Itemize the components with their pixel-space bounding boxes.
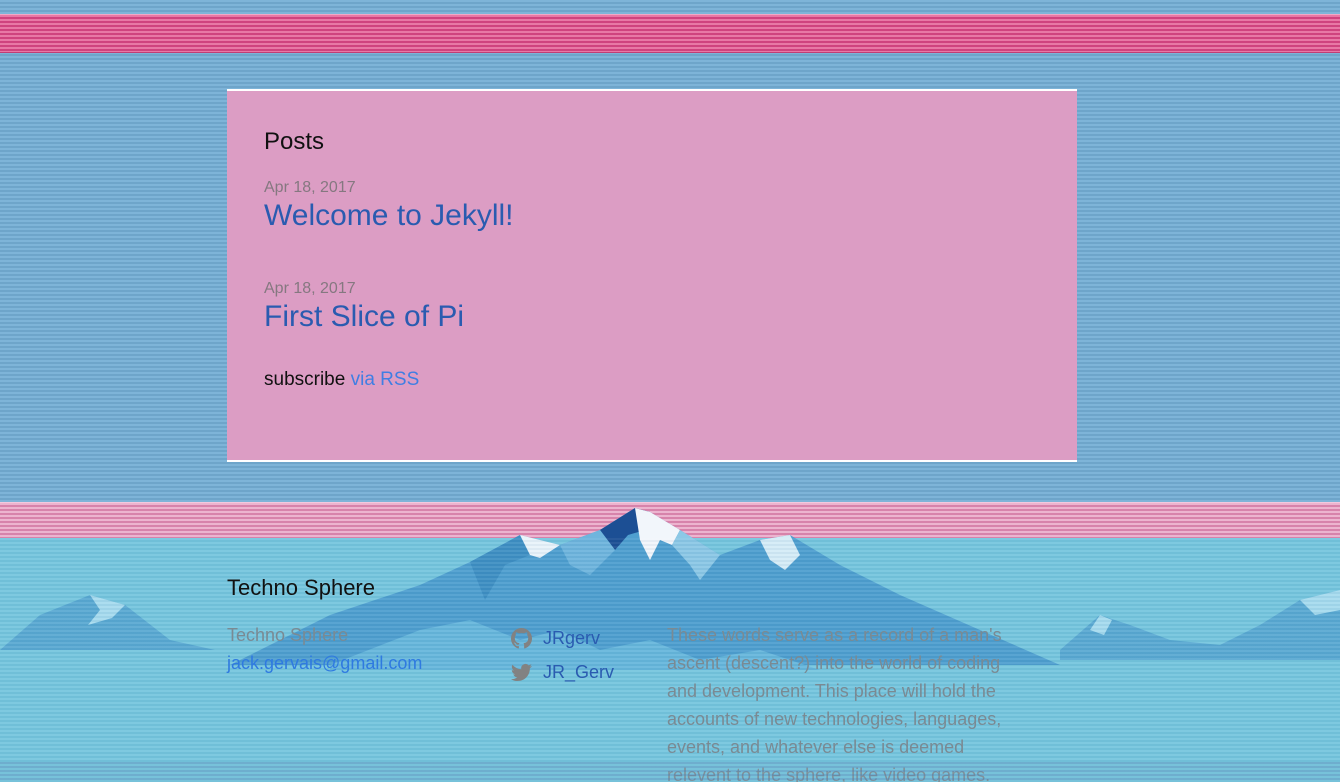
email-link[interactable]: jack.gervais@gmail.com [227,649,422,677]
posts-card: Posts Apr 18, 2017 Welcome to Jekyll! Ap… [227,89,1077,462]
footer-heading: Techno Sphere [227,575,375,600]
posts-heading: Posts [264,128,325,155]
footer-social: JRgerv JR_Gerv [511,621,614,689]
site-description: These words serve as a record of a man's… [667,625,1002,782]
twitter-icon [511,663,532,681]
post-date: Apr 18, 2017 [264,179,356,196]
github-username: JRgerv [543,628,601,648]
subscribe-line: subscribe via RSS [264,367,1040,393]
post-date: Apr 18, 2017 [264,280,356,297]
github-icon [511,627,532,648]
header-stripe-band [0,14,1340,53]
footer-contact: Techno Sphere jack.gervais@gmail.com [227,621,422,677]
github-link[interactable]: JRgerv [511,621,614,655]
twitter-link[interactable]: JR_Gerv [511,655,614,689]
twitter-username: JR_Gerv [543,662,615,682]
post-title-link[interactable]: First Slice of Pi [264,299,464,335]
rss-link[interactable]: via RSS [351,369,420,390]
footer-site-name: Techno Sphere [227,625,349,645]
subscribe-label: subscribe [264,369,346,390]
post-title-link[interactable]: Welcome to Jekyll! [264,198,514,234]
post-item: Apr 18, 2017 Welcome to Jekyll! [264,178,1040,279]
post-item: Apr 18, 2017 First Slice of Pi [264,279,1040,380]
